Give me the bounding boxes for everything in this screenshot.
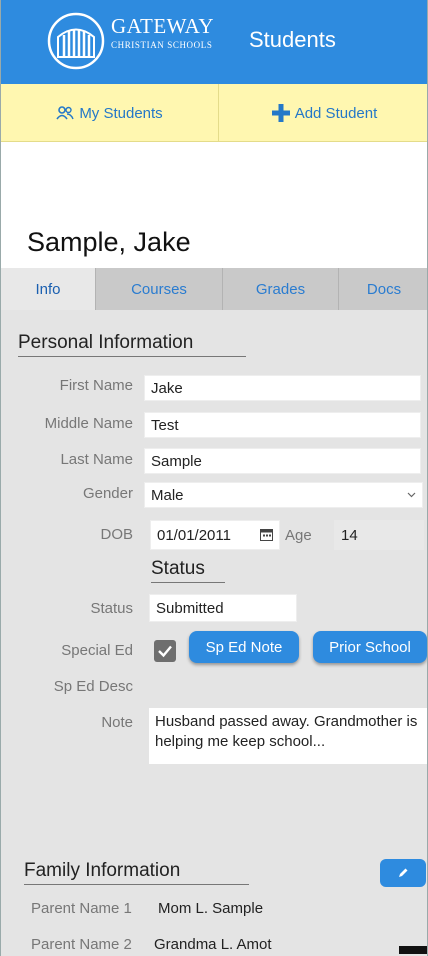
tab-courses[interactable]: Courses	[96, 268, 223, 310]
logo-subtitle: CHRISTIAN SCHOOLS	[111, 40, 213, 50]
prior-school-button[interactable]: Prior School	[313, 631, 427, 663]
users-icon	[56, 106, 74, 120]
add-student-label: Add Student	[294, 104, 378, 122]
first-name-input[interactable]: Jake	[144, 375, 421, 401]
last-name-input[interactable]: Sample	[144, 448, 421, 474]
dob-value: 01/01/2011	[157, 526, 231, 544]
my-students-label: My Students	[79, 104, 163, 122]
status-label: Status	[90, 600, 133, 617]
logo-text: GATEWAY CHRISTIAN SCHOOLS	[111, 14, 214, 50]
parent2-label: Parent Name 2	[31, 936, 132, 953]
gender-label: Gender	[82, 485, 133, 502]
parent1-label: Parent Name 1	[31, 900, 132, 917]
special-ed-checkbox[interactable]	[154, 640, 176, 662]
note-label: Note	[101, 714, 133, 731]
gateway-logo-icon	[47, 12, 105, 70]
student-name: Sample, Jake	[27, 227, 191, 257]
status-title: Status	[151, 558, 225, 583]
logo-title: GATEWAY	[111, 14, 215, 38]
app-frame: GATEWAY CHRISTIAN SCHOOLS Students My St…	[0, 0, 428, 956]
middle-name-label: Middle Name	[44, 415, 133, 432]
add-student-button[interactable]: Add Student	[220, 84, 427, 142]
calendar-icon[interactable]	[260, 529, 273, 541]
last-name-label: Last Name	[60, 451, 133, 468]
corner-badge	[399, 946, 427, 954]
age-label: Age	[285, 527, 312, 544]
dob-label: DOB	[100, 526, 133, 543]
middle-name-input[interactable]: Test	[144, 412, 421, 438]
family-info-title: Family Information	[24, 860, 249, 885]
dob-input[interactable]: 01/01/2011	[150, 520, 280, 550]
parent2-value: Grandma L. Amot	[154, 936, 272, 953]
app-header: GATEWAY CHRISTIAN SCHOOLS Students	[1, 0, 427, 84]
age-value: 14	[334, 520, 424, 550]
page-title: Students	[249, 27, 336, 52]
pencil-icon	[399, 868, 408, 877]
chevron-down-icon	[407, 492, 416, 498]
tab-docs[interactable]: Docs	[339, 268, 427, 310]
sp-ed-desc-label: Sp Ed Desc	[53, 678, 133, 695]
plus-icon	[271, 104, 290, 122]
parent1-value: Mom L. Sample	[158, 900, 264, 917]
special-ed-label: Special Ed	[61, 642, 133, 659]
tab-bar: Info Courses Grades Docs	[1, 268, 427, 310]
tab-grades[interactable]: Grades	[223, 268, 339, 310]
tab-info[interactable]: Info	[1, 268, 96, 310]
sp-ed-note-button[interactable]: Sp Ed Note	[189, 631, 299, 663]
status-value: Submitted	[149, 594, 297, 622]
gender-select[interactable]: Male	[144, 482, 423, 508]
edit-family-button[interactable]	[380, 859, 426, 887]
my-students-button[interactable]: My Students	[1, 84, 219, 142]
gender-value: Male	[151, 486, 184, 504]
note-textarea[interactable]: Husband passed away. Grandmother is help…	[149, 708, 427, 764]
nav-bar: My Students Add Student	[1, 84, 427, 142]
checkmark-icon	[158, 645, 172, 658]
first-name-label: First Name	[59, 377, 133, 394]
personal-info-title: Personal Information	[18, 332, 246, 357]
